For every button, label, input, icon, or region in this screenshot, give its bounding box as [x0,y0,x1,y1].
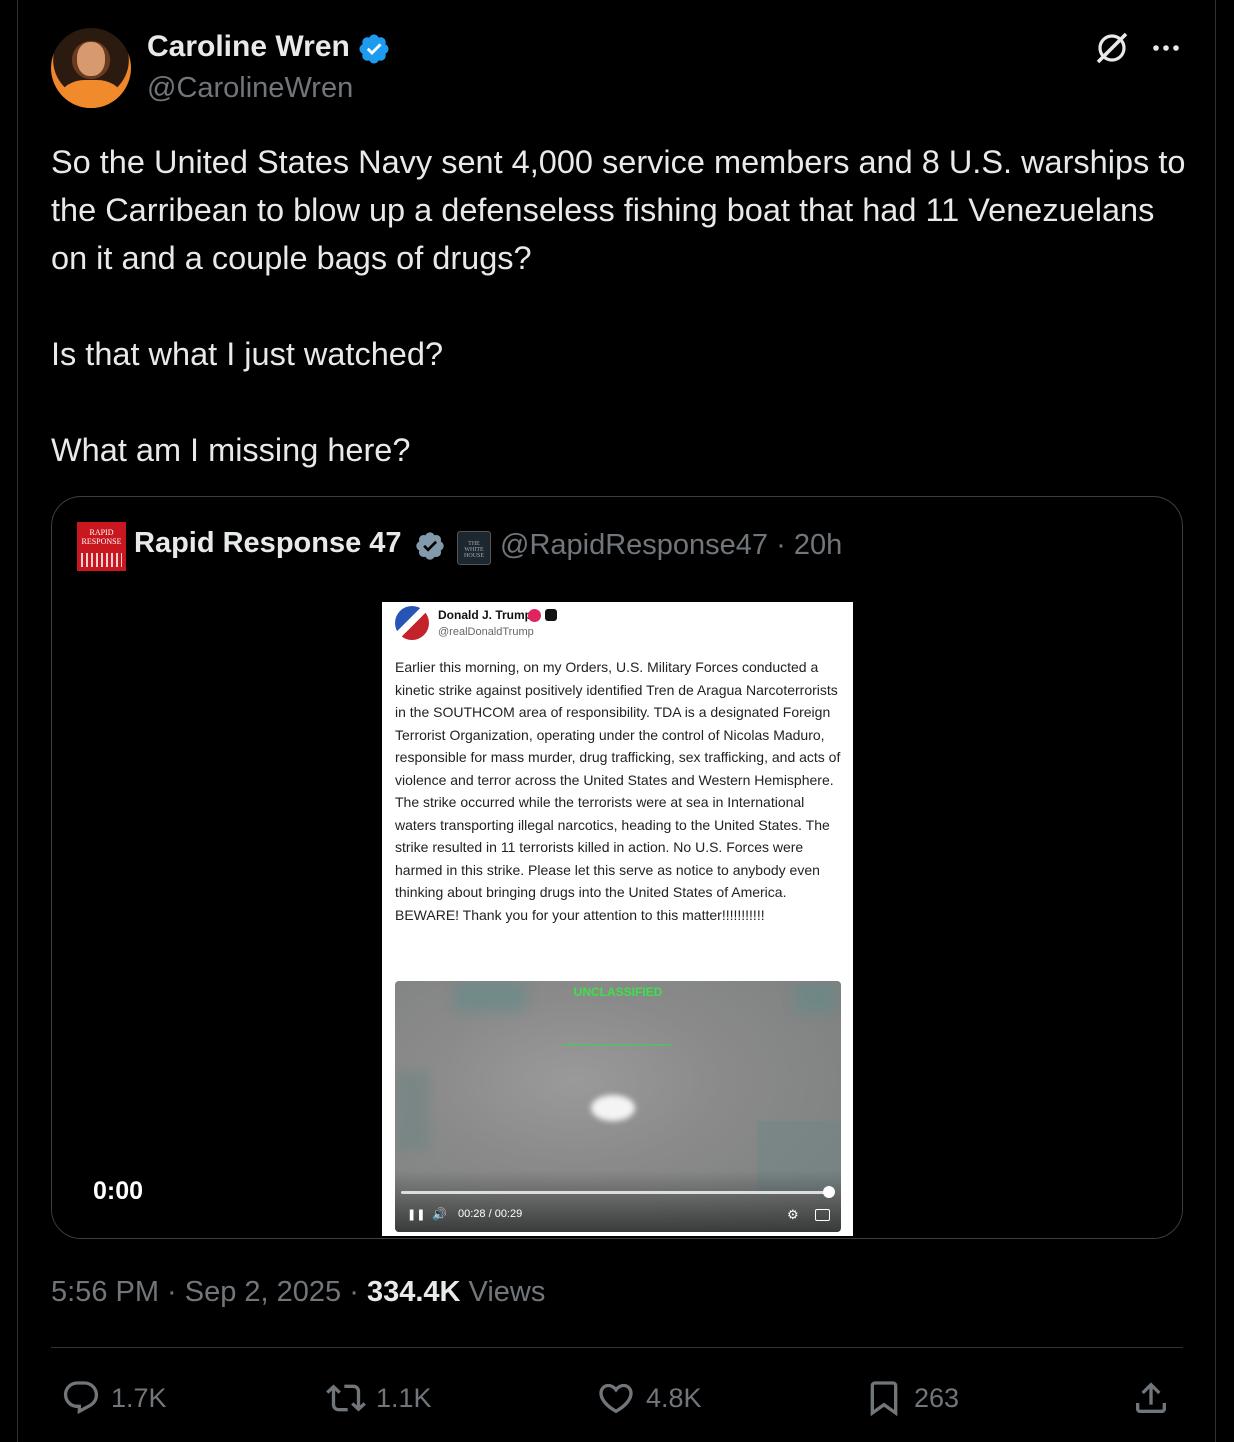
video-artifact [395,1071,430,1151]
affiliation-badge[interactable]: THE WHITE HOUSE [457,531,491,565]
pause-icon: ❚❚ [407,1209,426,1221]
settings-icon: ⚙ [787,1207,799,1222]
embedded-name: Donald J. Trump [438,608,533,622]
repost-count: 1.1K [376,1382,432,1413]
video-timestamp: 0:00 [93,1177,144,1205]
embedded-verified-icon [528,609,541,622]
bookmark-count: 263 [914,1382,960,1413]
pip-icon [815,1209,830,1221]
quote-avatar-text: RAPID RESPONSE [81,528,122,546]
video-controls-gradient [395,1170,841,1232]
verified-badge-icon [416,532,444,560]
volume-icon: 🔊 [432,1207,447,1221]
tweet-meta: 5:56 PM · Sep 2, 2025 · 334.4K Views [51,1276,545,1309]
author-handle[interactable]: @CarolineWren [147,72,353,105]
embedded-avatar [395,606,429,640]
quote-author-avatar[interactable]: RAPID RESPONSE [77,522,126,571]
video-overlay-label: UNCLASSIFIED [573,985,663,999]
embedded-video-time: 00:28 / 00:29 [458,1208,523,1220]
like-icon [599,1383,633,1414]
quote-handle-time[interactable]: @RapidResponse47 · 20h [500,529,842,562]
repost-icon [326,1384,366,1412]
quote-author-name[interactable]: Rapid Response 47 [134,527,402,560]
quote-tweet-card[interactable]: RAPID RESPONSE Rapid Response 47 THE WHI… [51,496,1183,1239]
like-button[interactable]: 4.8K [596,1370,702,1426]
tweet-actions: 1.7K 1.1K 4.8K 263 [51,1370,1183,1426]
timeline-right-border [1215,0,1216,1442]
video-explosion [591,1095,635,1121]
quote-avatar-building [81,553,122,567]
avatar-shirt [61,80,121,108]
video-progress-bar [401,1186,835,1198]
share-icon [1136,1382,1166,1413]
timeline-left-border [17,0,18,1442]
tweet-text: So the United States Navy sent 4,000 ser… [51,138,1191,474]
tweet-paragraph: So the United States Navy sent 4,000 ser… [51,144,1195,276]
tweet-paragraph: What am I missing here? [51,432,411,468]
embedded-body: Earlier this morning, on my Orders, U.S.… [395,659,841,923]
embedded-video-frame: UNCLASSIFIED ❚❚ 🔊 00:28 / 00:29 ⚙ [395,981,841,1232]
reply-button[interactable]: 1.7K [61,1370,167,1426]
views-count: 334.4K [366,1276,461,1308]
avatar-face [77,42,105,76]
more-icon[interactable] [1148,30,1184,66]
embedded-plus-icon [545,609,557,621]
reply-count: 1.7K [111,1382,167,1413]
quote-video-player[interactable]: Donald J. Trump @realDonaldTrump Earlier… [52,597,1182,1238]
embedded-handle: @realDonaldTrump [438,626,534,638]
repost-button[interactable]: 1.1K [326,1370,432,1426]
video-reticle [563,1044,671,1046]
actions-divider [51,1347,1183,1348]
affiliation-badge-text: THE WHITE HOUSE [463,541,484,559]
tweet-paragraph: Is that what I just watched? [51,336,444,372]
reply-icon [63,1381,99,1415]
tweet-timestamp[interactable]: 5:56 PM · Sep 2, 2025 · [51,1276,367,1308]
video-progress-knob [823,1186,835,1198]
author-name[interactable]: Caroline Wren [147,30,350,64]
verified-badge-icon [359,34,389,64]
bookmark-button[interactable]: 263 [864,1370,959,1426]
views-label: Views [460,1276,546,1308]
grok-icon[interactable] [1092,28,1132,68]
share-button[interactable] [1131,1370,1181,1426]
like-count: 4.8K [646,1382,702,1413]
embedded-post-screenshot: Donald J. Trump @realDonaldTrump Earlier… [382,602,853,1236]
bookmark-icon [870,1381,898,1417]
author-avatar[interactable] [51,28,131,108]
